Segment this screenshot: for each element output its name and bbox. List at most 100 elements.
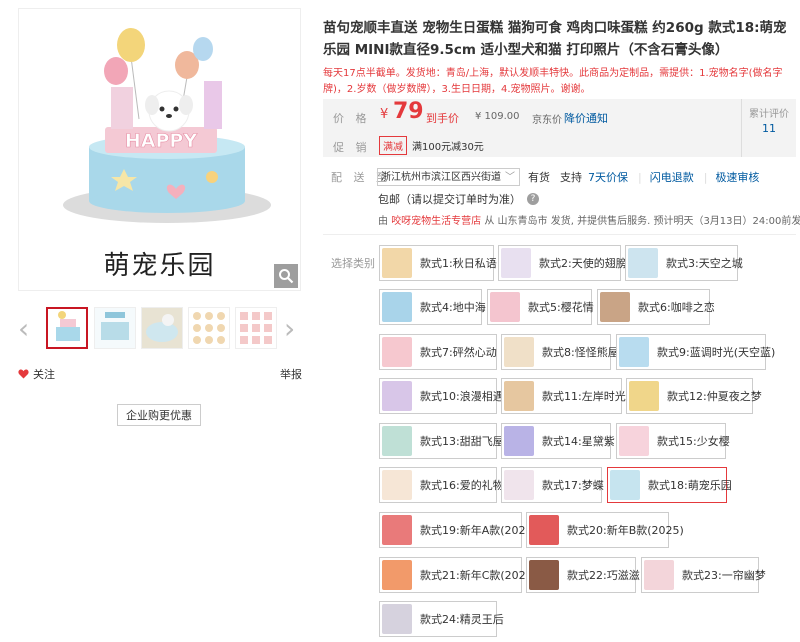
option-item[interactable]: 款式10:浪漫相遇 [379, 378, 504, 414]
option-item[interactable]: 款式4:地中海 [379, 289, 486, 325]
seller-prefix: 由 [378, 216, 388, 227]
option-thumb [382, 381, 412, 411]
chevron-down-icon: ﹀ [505, 172, 515, 183]
thumbnail-4[interactable] [188, 307, 230, 349]
thumbnail-1[interactable] [46, 307, 88, 349]
option-item[interactable]: 款式3:天空之城 [625, 245, 743, 281]
review-label: 累计评价 [749, 109, 789, 120]
option-item[interactable]: 款式22:巧滋滋 [526, 557, 640, 593]
thumb-prev-icon[interactable]: ‹ [18, 315, 29, 343]
seller-info: 由 咬呀宠物生活专营店 从 山东青岛市 发货, 并提供售后服务. 预计明天（3月… [378, 212, 800, 227]
option-label: 款式1:秋日私语 [420, 257, 497, 270]
option-thumb [610, 470, 640, 500]
option-item[interactable]: 款式7:砰然心动 [379, 334, 497, 370]
review-count-box[interactable]: 累计评价 11 [741, 99, 796, 157]
promo-text: 满100元减30元 [412, 142, 484, 153]
option-item[interactable]: 款式11:左岸时光 [501, 378, 626, 414]
promo-label: 促 销 [333, 141, 371, 154]
seller-suffix: 从 山东青岛市 发货, 并提供售后服务. 预计明天（3月13日）24:00前发货 [484, 216, 800, 227]
option-thumb [619, 426, 649, 456]
option-label: 款式10:浪漫相遇 [420, 390, 504, 403]
option-label: 款式2:天使的翅膀 [539, 257, 627, 270]
option-thumb [600, 292, 630, 322]
option-label: 款式13:甜甜飞屋 [420, 435, 504, 448]
thumbnail-5[interactable] [235, 307, 277, 349]
option-label: 款式12:仲夏夜之梦 [667, 390, 762, 403]
stock-status: 有货 [528, 171, 550, 184]
option-thumb [644, 560, 674, 590]
option-thumb [504, 426, 534, 456]
option-label: 款式16:爱的礼物 [420, 479, 504, 492]
option-label: 款式24:精灵王后 [420, 613, 504, 626]
option-item[interactable]: 款式19:新年A款(2025) [379, 512, 537, 548]
option-item[interactable]: 款式13:甜甜飞屋 [379, 423, 504, 459]
help-icon[interactable]: ? [527, 193, 539, 205]
thumbnail-3[interactable] [141, 307, 183, 349]
jd-price-label: 京东价 [532, 115, 562, 126]
option-item[interactable]: 款式8:怪怪熊屋 [501, 334, 619, 370]
price-drop-notify-link[interactable]: 降价通知 [564, 110, 608, 126]
option-item[interactable]: 款式24:精灵王后 [379, 601, 504, 637]
option-thumb [382, 426, 412, 456]
option-item[interactable]: 款式16:爱的礼物 [379, 467, 504, 503]
package-text: 包邮（请以提交订单时为准） [378, 193, 521, 206]
follow-label: 关注 [33, 368, 55, 381]
option-item-selected[interactable]: 款式18:萌宠乐园 [607, 467, 732, 503]
option-label: 款式6:咖啡之恋 [638, 301, 715, 314]
option-label: 款式18:萌宠乐园 [648, 479, 732, 492]
thumbnail-2[interactable] [94, 307, 136, 349]
option-item[interactable]: 款式5:樱花情 [487, 289, 594, 325]
thumb-next-icon[interactable]: › [284, 315, 295, 343]
price-protect-link[interactable]: 7天价保 [588, 169, 628, 185]
follow-button[interactable]: 关注 [18, 366, 55, 382]
option-thumb [382, 604, 412, 634]
flash-refund-link[interactable]: 闪电退款 [650, 169, 694, 185]
main-product-image[interactable]: HAPPY 萌宠乐园 [18, 8, 301, 291]
option-label: 款式8:怪怪熊屋 [542, 346, 619, 359]
report-link[interactable]: 举报 [280, 366, 302, 382]
option-item[interactable]: 款式14:星黛紫 [501, 423, 615, 459]
option-item[interactable]: 款式23:一帘幽梦 [641, 557, 766, 593]
option-thumb [619, 337, 649, 367]
option-label: 款式3:天空之城 [666, 257, 743, 270]
option-item[interactable]: 款式6:咖啡之恋 [597, 289, 715, 325]
option-thumb [382, 337, 412, 367]
option-item[interactable]: 款式2:天使的翅膀 [498, 245, 627, 281]
choose-category-label: 选择类别 [331, 257, 375, 270]
price-amount: 79 [393, 99, 424, 124]
option-thumb [504, 381, 534, 411]
option-thumb [382, 560, 412, 590]
option-thumb [382, 470, 412, 500]
option-item[interactable]: 款式17:梦蝶 [501, 467, 604, 503]
magnifier-icon [279, 269, 294, 284]
option-label: 款式11:左岸时光 [542, 390, 626, 403]
shop-link[interactable]: 咬呀宠物生活专营店 [391, 216, 481, 227]
option-thumb [628, 248, 658, 278]
option-thumb [501, 248, 531, 278]
option-label: 款式7:砰然心动 [420, 346, 497, 359]
free-shipping-row: 包邮（请以提交订单时为准） ? [378, 191, 539, 207]
divider-line [323, 234, 796, 235]
option-item[interactable]: 款式1:秋日私语 [379, 245, 497, 281]
option-label: 款式4:地中海 [420, 301, 486, 314]
ship-to-label: 配 送 至 [331, 171, 391, 184]
promo-tag[interactable]: 满减 [379, 136, 407, 155]
zoom-button[interactable] [274, 264, 298, 288]
heart-icon [18, 369, 29, 379]
option-thumb [529, 560, 559, 590]
option-item[interactable]: 款式15:少女樱 [616, 423, 730, 459]
address-selector[interactable]: 浙江杭州市滨江区西兴街道 ﹀ [377, 168, 520, 186]
option-item[interactable]: 款式9:蓝调时光(天空蓝) [616, 334, 775, 370]
option-item[interactable]: 款式20:新年B款(2025) [526, 512, 684, 548]
option-item[interactable]: 款式12:仲夏夜之梦 [626, 378, 762, 414]
support-label: 支持 [560, 171, 582, 184]
quick-audit-link[interactable]: 极速审核 [715, 169, 759, 185]
option-item[interactable]: 款式21:新年C款(2025) [379, 557, 537, 593]
shipping-row: 配 送 至 浙江杭州市滨江区西兴街道 ﹀ 有货 支持 7天价保 | 闪电退款 |… [331, 168, 769, 186]
option-thumb [382, 248, 412, 278]
thumbnail-strip: ‹ › [18, 305, 301, 353]
svg-text:HAPPY: HAPPY [125, 130, 197, 152]
cake-illustration: HAPPY [63, 28, 271, 223]
option-label: 款式20:新年B款(2025) [567, 524, 684, 537]
corporate-buy-button[interactable]: 企业购更优惠 [117, 404, 201, 426]
